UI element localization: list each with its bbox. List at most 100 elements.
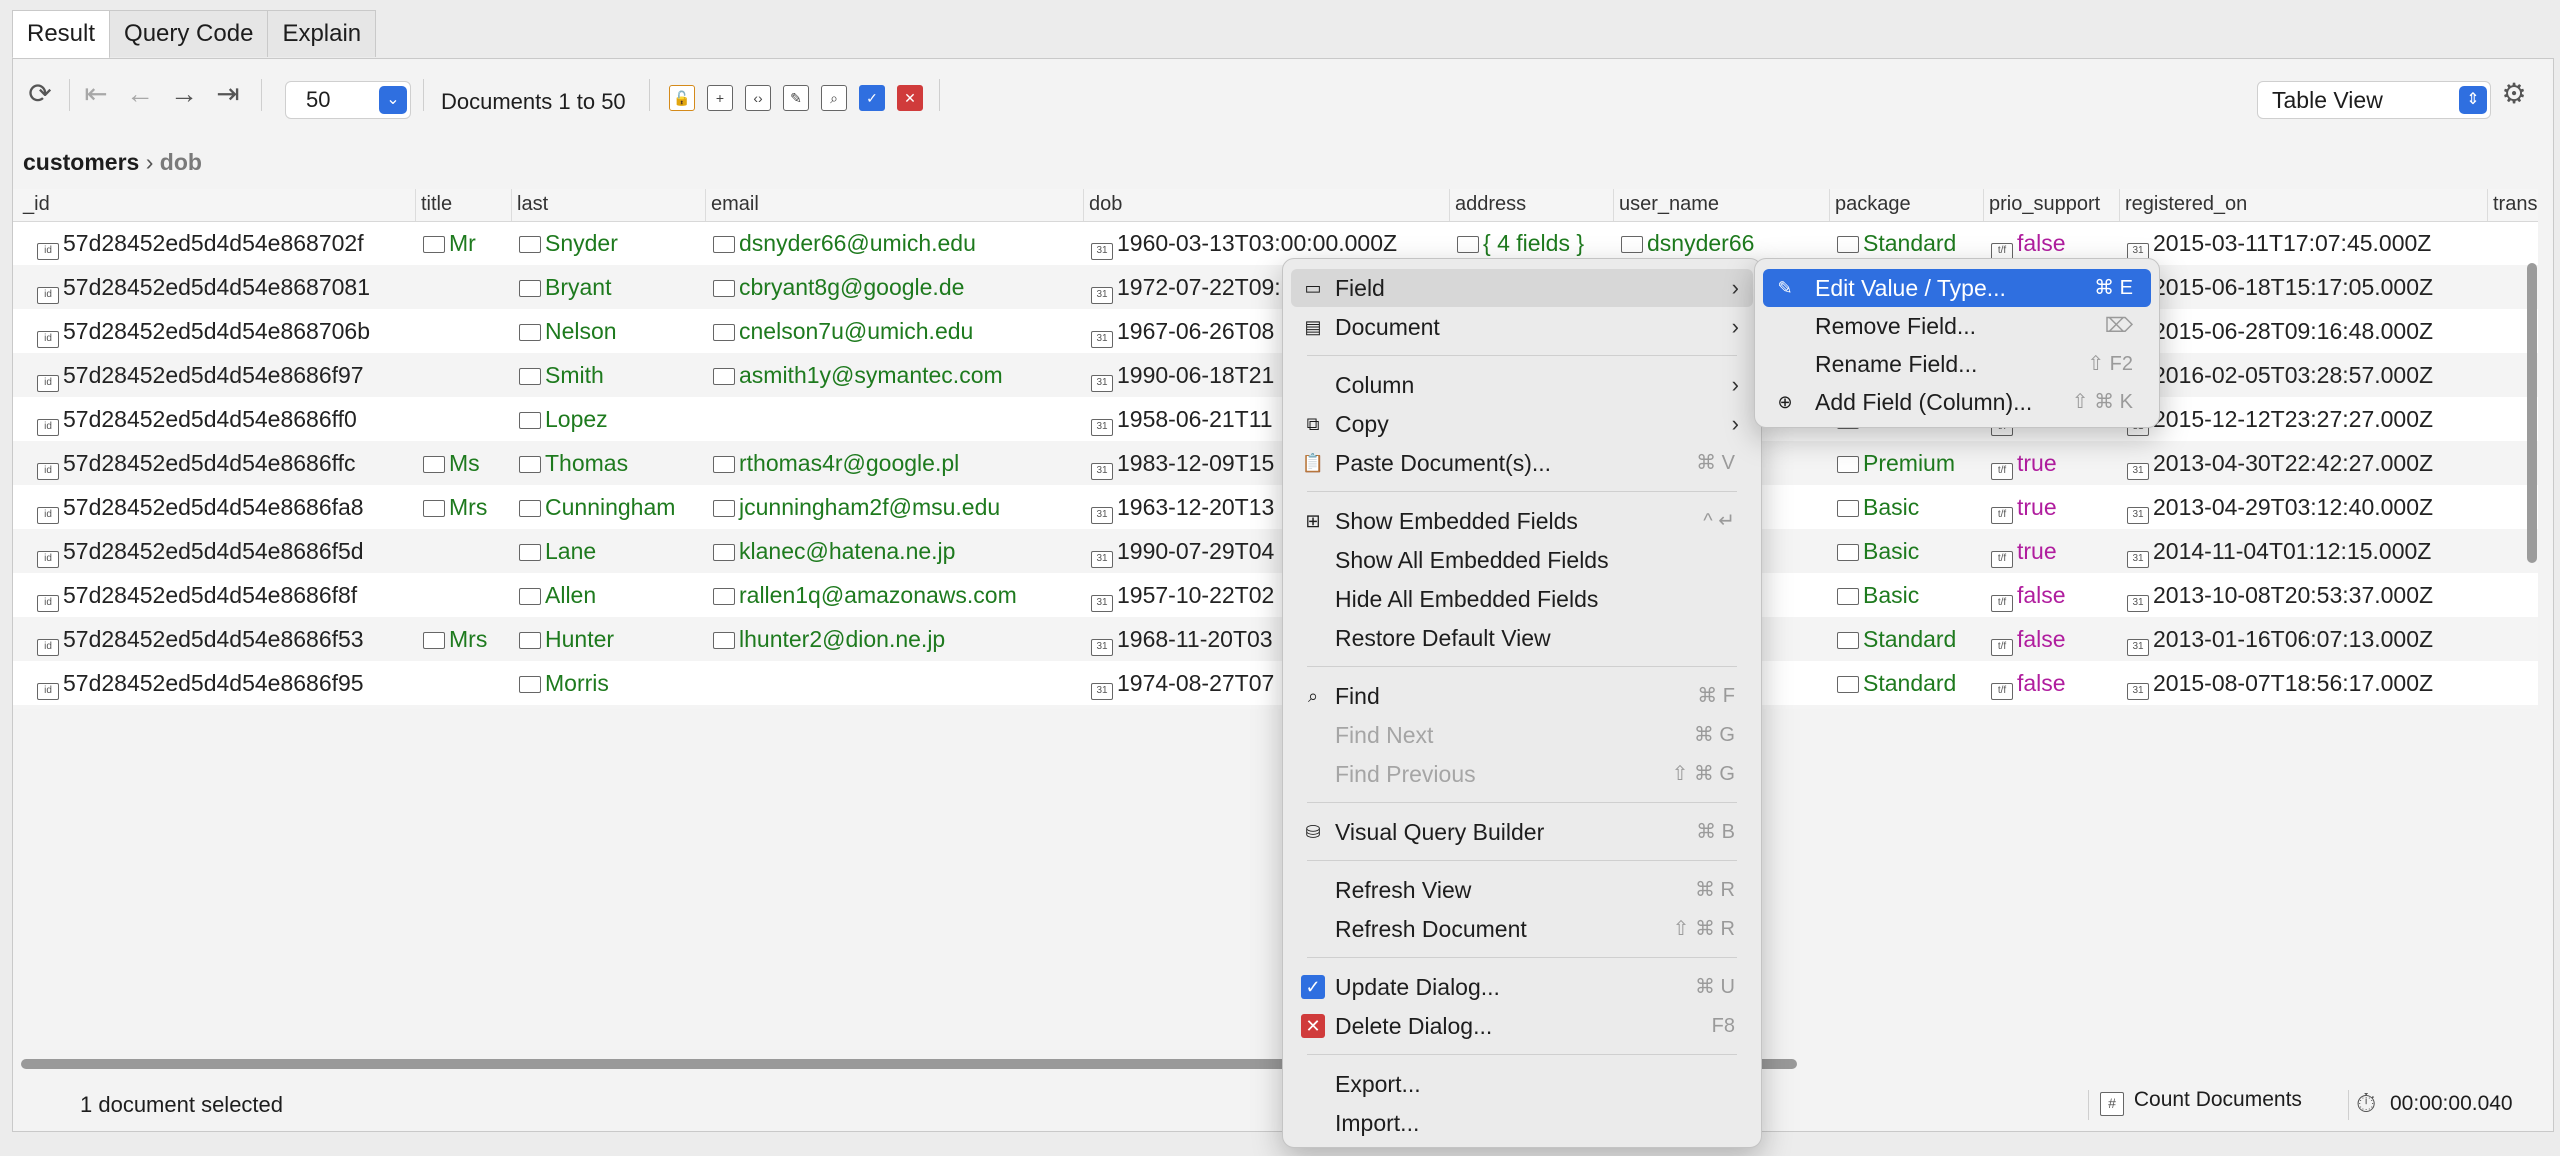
cell-package[interactable]: Basic — [1837, 529, 1985, 573]
cell-email[interactable]: lhunter2@dion.ne.jp — [713, 617, 1085, 661]
cell-reg[interactable]: 31 2014-11-04T01:12:15.000Z — [2127, 529, 2489, 573]
column-header--id[interactable]: _id — [23, 193, 50, 216]
edit-document-icon[interactable]: ✎ — [783, 85, 809, 111]
menu-item-show-embedded-fields[interactable]: ⊞ Show Embedded Fields ^ ↵ — [1291, 502, 1753, 540]
lock-icon[interactable]: 🔓 — [669, 85, 695, 111]
cell-title[interactable]: Ms — [423, 441, 513, 485]
column-header-trans[interactable]: trans — [2493, 193, 2537, 216]
add-document-icon[interactable]: + — [707, 85, 733, 111]
menu-item-import[interactable]: Import... — [1291, 1104, 1753, 1142]
table-row[interactable]: id 57d28452ed5d4d54e8686f8f Allen rallen1q@… — [13, 573, 2538, 617]
next-page-icon[interactable]: → — [167, 77, 201, 111]
cell-id[interactable]: id 57d28452ed5d4d54e868702f — [37, 221, 417, 265]
cell-id[interactable]: id 57d28452ed5d4d54e8686f8f — [37, 573, 417, 617]
column-divider[interactable] — [2487, 189, 2488, 221]
menu-item-restore-default-view[interactable]: Restore Default View — [1291, 619, 1753, 657]
submenu-item-rename-field[interactable]: Rename Field... ⇧ F2 — [1763, 345, 2151, 383]
cell-last[interactable]: Nelson — [519, 309, 707, 353]
table-row[interactable]: id 57d28452ed5d4d54e8686f53 Mrs Hunter lhunt… — [13, 617, 2538, 661]
cell-last[interactable]: Smith — [519, 353, 707, 397]
submenu-item-remove-field[interactable]: Remove Field... ⌦ — [1763, 307, 2151, 345]
column-header-email[interactable]: email — [711, 193, 759, 216]
cell-last[interactable]: Lopez — [519, 397, 707, 441]
column-header-user-name[interactable]: user_name — [1619, 193, 1719, 216]
column-header-title[interactable]: title — [421, 193, 452, 216]
column-header-last[interactable]: last — [517, 193, 548, 216]
cell-email[interactable]: jcunningham2f@msu.edu — [713, 485, 1085, 529]
cell-reg[interactable]: 312015-12-12T23:27:27.000Z — [2127, 397, 2489, 441]
gear-icon[interactable]: ⚙ — [2497, 77, 2531, 111]
breadcrumb-collection[interactable]: customers — [23, 149, 139, 175]
menu-item-column[interactable]: Column › — [1291, 366, 1753, 404]
first-page-icon[interactable]: ⇤ — [79, 77, 113, 111]
cell-id[interactable]: id 57d28452ed5d4d54e8686ff0 — [37, 397, 417, 441]
column-divider[interactable] — [1983, 189, 1984, 221]
cell-reg[interactable]: 312013-11-28T10:44:25.000Z — [2127, 705, 2489, 709]
tab-result[interactable]: Result — [12, 10, 111, 59]
cell-last[interactable]: Snyder — [519, 221, 707, 265]
cell-reg[interactable]: 31 2013-01-16T06:07:13.000Z — [2127, 617, 2489, 661]
cell-package[interactable]: Standard — [1837, 705, 1985, 709]
menu-item-document[interactable]: ▤ Document › — [1291, 308, 1753, 346]
column-divider[interactable] — [511, 189, 512, 221]
edit-json-icon[interactable]: ‹› — [745, 85, 771, 111]
table-row[interactable]: id57d28452ed5d4d54e8686f7b Reynolds jreyno… — [13, 705, 2538, 709]
menu-item-update-dialog[interactable]: ✓ Update Dialog... ⌘ U — [1291, 968, 1753, 1006]
cell-email[interactable]: klanec@hatena.ne.jp — [713, 529, 1085, 573]
cell-last[interactable]: Bryant — [519, 265, 707, 309]
refresh-icon[interactable]: ⟳ — [23, 77, 57, 111]
column-header-registered-on[interactable]: registered_on — [2125, 193, 2247, 216]
count-documents-button[interactable]: # Count Documents — [2100, 1088, 2302, 1116]
column-divider[interactable] — [415, 189, 416, 221]
tab-explain[interactable]: Explain — [267, 10, 377, 57]
cell-reg[interactable]: 31 2013-10-08T20:53:37.000Z — [2127, 573, 2489, 617]
column-divider[interactable] — [1083, 189, 1084, 221]
menu-item-visual-query-builder[interactable]: ⛁ Visual Query Builder ⌘ B — [1291, 813, 1753, 851]
cell-email[interactable]: cbryant8g@google.de — [713, 265, 1085, 309]
column-header-dob[interactable]: dob — [1089, 193, 1122, 216]
cell-package[interactable]: Premium — [1837, 441, 1985, 485]
table-row[interactable]: id 57d28452ed5d4d54e8686f5d Lane klanec@hat… — [13, 529, 2538, 573]
cell-id[interactable]: id 57d28452ed5d4d54e868706b — [37, 309, 417, 353]
cell-email[interactable]: rallen1q@amazonaws.com — [713, 573, 1085, 617]
menu-item-refresh-document[interactable]: Refresh Document ⇧ ⌘ R — [1291, 910, 1753, 948]
last-page-icon[interactable]: ⇥ — [211, 77, 245, 111]
cell-id[interactable]: id 57d28452ed5d4d54e8686f5d — [37, 529, 417, 573]
menu-item-refresh-view[interactable]: Refresh View ⌘ R — [1291, 871, 1753, 909]
cell-email[interactable]: dsnyder66@umich.edu — [713, 221, 1085, 265]
menu-item-delete-dialog[interactable]: ✕ Delete Dialog... F8 — [1291, 1007, 1753, 1045]
cell-last[interactable]: Thomas — [519, 441, 707, 485]
cell-last[interactable]: Hunter — [519, 617, 707, 661]
cell-email[interactable]: cnelson7u@umich.edu — [713, 309, 1085, 353]
submenu-item-edit-value-type[interactable]: ✎ Edit Value / Type... ⌘ E — [1763, 269, 2151, 307]
column-divider[interactable] — [1613, 189, 1614, 221]
cell-prio[interactable]: t/ftrue — [1991, 485, 2121, 529]
cell-prio[interactable]: t/ftrue — [1991, 529, 2121, 573]
cell-title[interactable]: Mr — [423, 221, 513, 265]
cell-email[interactable]: jreynolds16@imageshack.us — [713, 705, 1085, 709]
table-row[interactable]: id 57d28452ed5d4d54e868702f Mr Snyder dsnyde… — [13, 221, 2538, 265]
cell-last[interactable]: Morris — [519, 661, 707, 705]
cell-reg[interactable]: 312016-02-05T03:28:57.000Z — [2127, 353, 2489, 397]
column-divider[interactable] — [1829, 189, 1830, 221]
table-row[interactable]: id 57d28452ed5d4d54e8686fa8 Mrs Cunningham j… — [13, 485, 2538, 529]
cell-last[interactable]: Reynolds — [519, 705, 707, 709]
cell-id[interactable]: id 57d28452ed5d4d54e8686f97 — [37, 353, 417, 397]
cell-package[interactable]: Standard — [1837, 617, 1985, 661]
cell-id[interactable]: id 57d28452ed5d4d54e8686f53 — [37, 617, 417, 661]
find-document-icon[interactable]: ⌕ — [821, 85, 847, 111]
delete-icon[interactable]: ✕ — [897, 85, 923, 111]
column-divider[interactable] — [2119, 189, 2120, 221]
menu-item-copy[interactable]: ⧉ Copy › — [1291, 405, 1753, 443]
cell-prio[interactable]: t/f false — [1991, 573, 2121, 617]
cell-package[interactable]: Basic — [1837, 573, 1985, 617]
breadcrumb-field[interactable]: dob — [160, 149, 202, 175]
menu-item-paste-document-s[interactable]: 📋 Paste Document(s)... ⌘ V — [1291, 444, 1753, 482]
page-size-select[interactable]: 50 ⌄ — [285, 81, 411, 119]
column-divider[interactable] — [705, 189, 706, 221]
cell-reg[interactable]: 31 2013-04-30T22:42:27.000Z — [2127, 441, 2489, 485]
view-mode-select[interactable]: Table View ⇕ — [2257, 81, 2491, 119]
cell-reg[interactable]: 312015-06-18T15:17:05.000Z — [2127, 265, 2489, 309]
cell-title[interactable]: Mrs — [423, 617, 513, 661]
vertical-scrollbar[interactable] — [2527, 263, 2537, 563]
